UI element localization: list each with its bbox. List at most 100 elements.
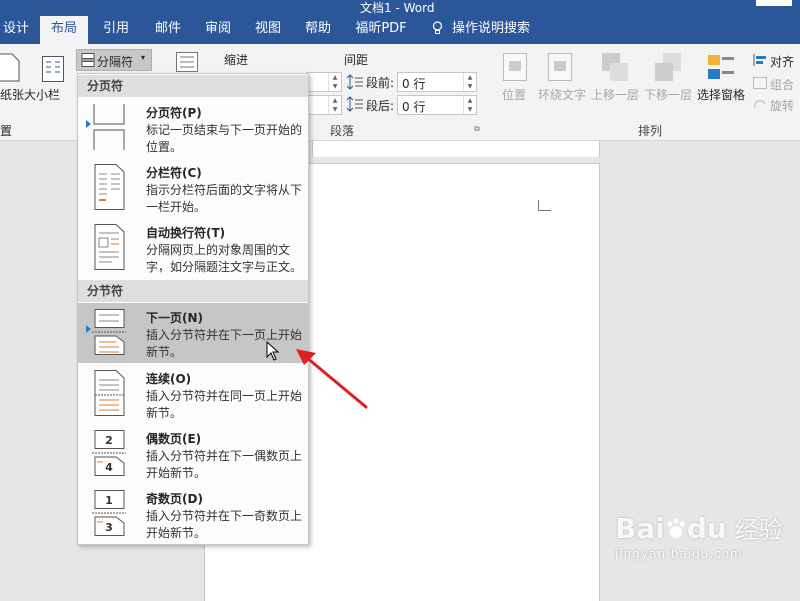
position-button[interactable]: 位置: [502, 86, 526, 103]
selected-marker-icon: [86, 120, 91, 128]
menu-item-title: 自动换行符(T): [146, 226, 226, 240]
indent-label: 缩进: [224, 53, 249, 67]
page-previous: [312, 141, 600, 157]
menu-item-desc: 插入分节符并在下一奇数页上开始新节。: [146, 509, 303, 540]
rotate-icon: [754, 100, 766, 109]
menu-item-desc: 插入分节符并在下一页上开始新节。: [146, 328, 303, 359]
send-backward-icon: [655, 53, 681, 81]
space-after-label: 段后:: [366, 99, 395, 113]
margin-corner-marker: [538, 200, 551, 211]
columns-button[interactable]: 栏: [48, 86, 60, 103]
align-icon: [753, 54, 766, 66]
breaks-button[interactable]: 分隔符 ▾: [76, 49, 152, 71]
menu-item-desc: 分隔网页上的对象周围的文字，如分隔题注文字与正文。: [146, 243, 303, 274]
tab-view[interactable]: 视图: [246, 16, 290, 44]
lightbulb-icon: [432, 21, 443, 34]
menu-item-desc: 标记一页结束与下一页开始的位置。: [146, 123, 303, 154]
wrap-text-icon: [548, 53, 572, 81]
paragraph-group-label: 段落: [330, 124, 355, 138]
page-breaks-header: 分页符: [78, 75, 308, 97]
svg-text:3: 3: [105, 521, 113, 534]
space-after-icon: [347, 96, 363, 112]
bring-forward-icon: [602, 53, 628, 81]
tab-help[interactable]: 帮助: [296, 16, 340, 44]
even-page-break-icon: 2 4: [92, 430, 126, 476]
annotation-arrow-icon: [296, 349, 368, 409]
odd-page-break-icon: 1 3: [92, 490, 126, 536]
menu-item-title: 分页符(P): [146, 106, 202, 120]
window-title: 文档1 - Word: [360, 1, 435, 15]
space-after-field[interactable]: 0 行 ▲ ▼: [397, 95, 477, 115]
tell-me-search[interactable]: 操作说明搜索: [452, 16, 544, 44]
menu-item-page-break[interactable]: 分页符(P) 标记一页结束与下一页开始的位置。: [78, 98, 308, 158]
menu-item-odd-page[interactable]: 1 3 奇数页(D) 插入分节符并在下一奇数页上开始新节。: [78, 484, 308, 544]
send-backward-button[interactable]: 下移一层: [644, 86, 692, 103]
spin-arrows-icon[interactable]: ▲ ▼: [463, 96, 476, 114]
window-control[interactable]: [756, 0, 792, 6]
wrap-text-button[interactable]: 环绕文字: [538, 86, 586, 103]
align-button[interactable]: 对齐: [770, 53, 794, 70]
paper-size-icon: [0, 53, 20, 82]
tab-design[interactable]: 设计: [0, 16, 32, 44]
paper-size-button[interactable]: 纸张大小: [0, 86, 48, 103]
menu-item-title: 连续(O): [146, 372, 192, 386]
position-icon: [503, 53, 527, 81]
space-before-field[interactable]: 0 行 ▲ ▼: [397, 72, 477, 92]
ribbon-tab-bar: 文档1 - Word 设计 布局 引用 邮件 审阅 视图 帮助 福昕PDF 操作…: [0, 0, 800, 44]
svg-text:2: 2: [105, 434, 113, 447]
menu-item-title: 奇数页(D): [146, 492, 203, 506]
spin-arrows-icon[interactable]: ▲ ▼: [328, 73, 341, 91]
group-icon: [753, 77, 767, 89]
page-setup-group-label: 置: [0, 124, 13, 138]
menu-item-title: 下一页(N): [146, 311, 204, 325]
chevron-down-icon: ▾: [141, 53, 146, 62]
breaks-icon: [81, 53, 95, 67]
selection-pane-button[interactable]: 选择窗格: [697, 86, 745, 103]
selected-marker-icon: [86, 325, 91, 333]
bring-forward-button[interactable]: 上移一层: [591, 86, 639, 103]
column-break-icon: [94, 164, 125, 210]
tab-foxit-pdf[interactable]: 福昕PDF: [350, 16, 412, 44]
tab-layout[interactable]: 布局: [40, 16, 88, 44]
spin-arrows-icon[interactable]: ▲ ▼: [328, 96, 341, 114]
rotate-button[interactable]: 旋转: [770, 97, 794, 114]
space-before-icon: [347, 74, 363, 90]
arrange-group-label: 排列: [638, 124, 663, 138]
menu-item-desc: 插入分节符并在下一偶数页上开始新节。: [146, 449, 303, 480]
page-break-icon: [93, 104, 125, 150]
continuous-break-icon: [94, 370, 125, 416]
indent-left-field[interactable]: ▲ ▼: [306, 72, 342, 92]
baidu-paw-icon: [667, 518, 685, 538]
selection-pane-icon: [708, 55, 734, 79]
columns-icon: [42, 56, 64, 82]
menu-item-column-break[interactable]: 分栏符(C) 指示分栏符后面的文字将从下一栏开始。: [78, 158, 308, 218]
svg-text:4: 4: [105, 461, 113, 474]
watermark-cn: 经验: [734, 516, 783, 544]
menu-item-title: 分栏符(C): [146, 166, 202, 180]
spacing-label: 间距: [344, 53, 369, 67]
menu-item-continuous[interactable]: 连续(O) 插入分节符并在同一页上开始新节。: [78, 364, 308, 424]
breaks-label: 分隔符: [97, 55, 134, 69]
space-before-label: 段前:: [366, 76, 395, 90]
tab-review[interactable]: 审阅: [196, 16, 240, 44]
menu-item-desc: 指示分栏符后面的文字将从下一栏开始。: [146, 183, 303, 214]
menu-item-title: 偶数页(E): [146, 432, 202, 446]
section-breaks-header: 分节符: [78, 280, 308, 302]
svg-text:1: 1: [105, 494, 113, 507]
line-numbers-icon: [176, 52, 198, 72]
space-after-value: 0 行: [402, 100, 426, 114]
dialog-launcher-icon[interactable]: ⧉: [474, 124, 480, 134]
indent-right-field[interactable]: ▲ ▼: [306, 95, 342, 115]
mouse-cursor-icon: [266, 341, 280, 361]
tab-references[interactable]: 引用: [94, 16, 138, 44]
space-before-value: 0 行: [402, 77, 426, 91]
menu-item-text-wrapping-break[interactable]: 自动换行符(T) 分隔网页上的对象周围的文字，如分隔题注文字与正文。: [78, 218, 308, 278]
next-page-break-icon: [92, 309, 126, 355]
baidu-watermark: Bai du 经验 jingyan.baidu.com: [615, 510, 783, 561]
tab-mailings[interactable]: 邮件: [146, 16, 190, 44]
menu-item-even-page[interactable]: 2 4 偶数页(E) 插入分节符并在下一偶数页上开始新节。: [78, 424, 308, 484]
group-button[interactable]: 组合: [770, 76, 794, 93]
watermark-brand2: du: [686, 512, 727, 545]
spin-arrows-icon[interactable]: ▲ ▼: [463, 73, 476, 91]
menu-item-desc: 插入分节符并在同一页上开始新节。: [146, 389, 303, 420]
